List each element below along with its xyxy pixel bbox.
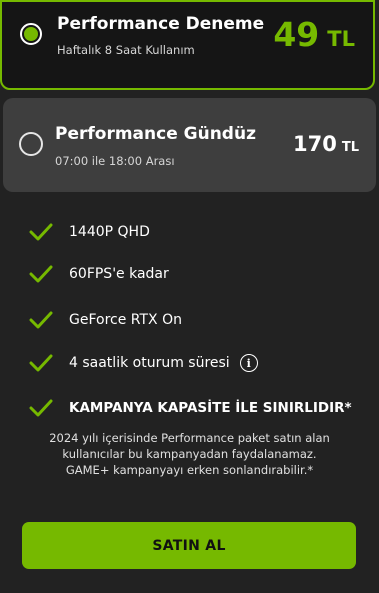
feature-item: 4 saatlik oturum süresi i xyxy=(29,352,258,374)
check-icon xyxy=(29,311,53,329)
plan-subtitle: 07:00 ile 18:00 Arası xyxy=(55,154,175,168)
feature-label: 1440P QHD xyxy=(69,224,150,240)
plan-subtitle: Haftalık 8 Saat Kullanım xyxy=(57,43,195,57)
feature-label: GeForce RTX On xyxy=(69,312,182,328)
feature-label: 4 saatlik oturum süresi xyxy=(69,355,230,371)
plan-panel: Performance Deneme Haftalık 8 Saat Kulla… xyxy=(0,0,379,593)
radio-selected[interactable] xyxy=(20,23,42,45)
check-icon xyxy=(29,399,53,417)
price-value: 49 xyxy=(273,15,320,54)
check-icon xyxy=(29,354,53,372)
check-icon xyxy=(29,265,53,283)
feature-item: GeForce RTX On xyxy=(29,309,182,331)
buy-button[interactable]: SATIN AL xyxy=(22,522,356,569)
price-currency: TL xyxy=(341,140,359,155)
plan-price: 49 TL xyxy=(273,15,355,54)
radio-unselected[interactable] xyxy=(19,132,43,156)
notice-line: GAME+ kampanyayı erken sonlandırabilir.* xyxy=(65,463,314,477)
feature-item: 60FPS'e kadar xyxy=(29,263,169,285)
plan-option-gunduz[interactable]: Performance Gündüz 07:00 ile 18:00 Arası… xyxy=(3,98,376,192)
plan-title: Performance Deneme xyxy=(57,14,265,34)
check-icon xyxy=(29,223,53,241)
plan-title: Performance Gündüz xyxy=(55,124,256,144)
price-value: 170 xyxy=(293,132,337,156)
campaign-notice: 2024 yılı içerisinde Performance paket s… xyxy=(20,430,359,478)
price-currency: TL xyxy=(327,27,355,51)
feature-item: 1440P QHD xyxy=(29,221,150,243)
notice-line: 2024 yılı içerisinde Performance paket s… xyxy=(49,431,330,445)
feature-label: 60FPS'e kadar xyxy=(69,266,169,282)
feature-label: KAMPANYA KAPASİTE İLE SINIRLIDIR* xyxy=(69,400,352,416)
notice-line: kullanıcılar bu kampanyadan faydalanamaz… xyxy=(62,447,317,461)
plan-price: 170 TL xyxy=(293,132,359,156)
info-icon[interactable]: i xyxy=(239,354,258,372)
plan-option-deneme[interactable]: Performance Deneme Haftalık 8 Saat Kulla… xyxy=(0,0,375,90)
feature-item: KAMPANYA KAPASİTE İLE SINIRLIDIR* xyxy=(29,397,352,419)
